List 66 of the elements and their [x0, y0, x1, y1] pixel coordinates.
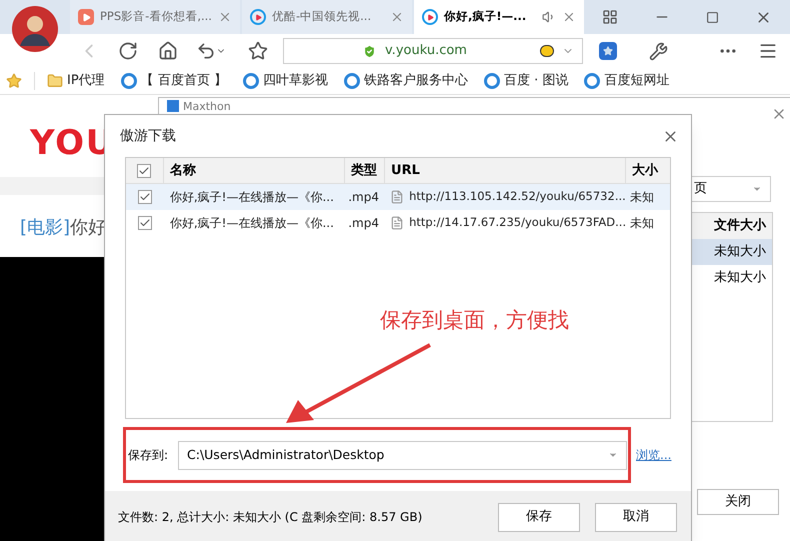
- download-row[interactable]: 你好,疯子!—在线播放—《你... .mp4 http://113.105.142.52/youku/65732... 未知: [126, 184, 670, 210]
- close-icon[interactable]: [218, 10, 232, 24]
- file-url: http://113.105.142.52/youku/65732...: [409, 188, 626, 206]
- bookmark-link[interactable]: 【 百度首页 】: [140, 71, 227, 91]
- annotation-text: 保存到桌面，方便找: [380, 307, 569, 334]
- checkbox[interactable]: [137, 164, 152, 178]
- status-text: 文件数: 2, 总计大小: 未知大小 (C 盘剩余空间: 8.57 GB): [118, 509, 424, 526]
- play-logo-icon: [78, 9, 94, 25]
- file-size: 未知: [630, 215, 654, 232]
- file-icon: [390, 190, 404, 204]
- home-icon[interactable]: [158, 41, 178, 61]
- file-icon: [390, 216, 404, 230]
- file-size: 未知: [630, 189, 654, 206]
- checkbox[interactable]: [138, 216, 152, 230]
- maximize-icon[interactable]: [706, 10, 719, 24]
- browse-link[interactable]: 浏览...: [636, 446, 672, 464]
- close-button[interactable]: 关闭: [697, 489, 779, 515]
- save-label: 保存到:: [128, 447, 170, 464]
- bookmark-link[interactable]: 四叶草影视: [262, 71, 328, 91]
- dialog-button[interactable]: 保存: [498, 502, 580, 532]
- undo-icon[interactable]: [196, 41, 216, 61]
- table-cell: 未知大小: [690, 239, 772, 265]
- category-link[interactable]: [电影]: [20, 214, 70, 241]
- star-icon[interactable]: [6, 73, 22, 89]
- reload-icon[interactable]: [118, 41, 138, 61]
- dialog-title: 傲游下载: [120, 126, 177, 146]
- bookmark-link[interactable]: IP代理: [67, 71, 105, 91]
- browser-tab[interactable]: PPS影音-看你想看,...: [70, 0, 240, 34]
- file-url: http://14.17.67.235/youku/6573FAD...: [409, 214, 626, 232]
- bookmark-link[interactable]: 百度 · 图说: [504, 71, 568, 91]
- check-icon: [138, 164, 150, 176]
- file-name: 你好,疯子!—在线播放—《你...: [170, 215, 334, 232]
- tiles-icon[interactable]: [602, 9, 618, 25]
- bookmark-link[interactable]: 铁路客户服务中心: [364, 71, 468, 91]
- play-logo-icon: [422, 9, 438, 25]
- close-icon[interactable]: [562, 10, 576, 24]
- tab-title: 优酷-中国领先视...: [272, 8, 372, 26]
- url-text: v.youku.com: [385, 42, 468, 60]
- save-path-combobox[interactable]: C:\Users\Administrator\Desktop: [178, 440, 627, 470]
- star-icon[interactable]: [248, 41, 268, 61]
- file-name: 你好,疯子!—在线播放—《你...: [170, 189, 334, 206]
- bookmark-link[interactable]: 百度短网址: [604, 71, 670, 91]
- file-type: .mp4: [348, 215, 379, 232]
- tab-title: PPS影音-看你想看,...: [100, 8, 212, 26]
- wrench-icon[interactable]: [649, 42, 668, 60]
- window-title: Maxthon: [183, 100, 231, 112]
- play-logo-icon: [250, 9, 266, 25]
- dialog-button[interactable]: 取消: [595, 502, 677, 532]
- column-header[interactable]: 名称: [164, 158, 346, 183]
- check-icon: [138, 217, 151, 229]
- column-header[interactable]: 类型: [345, 158, 386, 183]
- folder-icon: [47, 73, 63, 89]
- file-type: .mp4: [348, 189, 379, 206]
- browser-tab[interactable]: 优酷-中国领先视...: [242, 0, 412, 34]
- shield-icon: [362, 44, 377, 58]
- column-header[interactable]: URL: [385, 158, 626, 183]
- tab-title: 你好,疯子!—...: [444, 8, 528, 26]
- video-title: 你好: [70, 216, 106, 240]
- checkbox[interactable]: [138, 190, 152, 204]
- app-logo-icon: [167, 100, 179, 112]
- column-header[interactable]: 大小: [626, 158, 670, 183]
- column-header[interactable]: 文件大小: [690, 213, 772, 239]
- close-icon[interactable]: [390, 10, 404, 24]
- address-bar[interactable]: v.youku.com: [283, 38, 583, 64]
- browser-tab[interactable]: 你好,疯子!—...: [414, 0, 584, 34]
- check-icon: [138, 191, 151, 203]
